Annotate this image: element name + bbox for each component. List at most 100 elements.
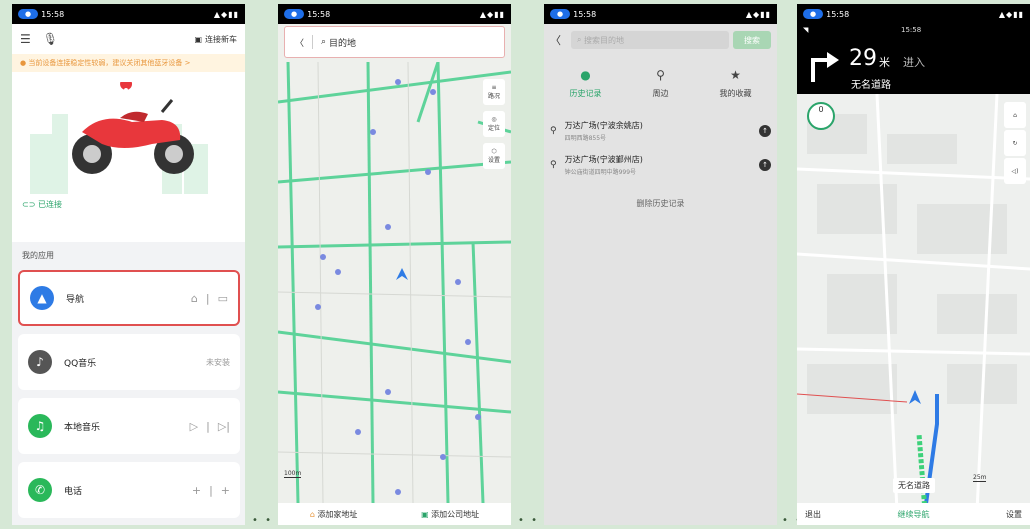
phone-icon: ✆	[28, 478, 52, 502]
status-bar: ● 15:58 ▲◆▮▮	[797, 4, 1030, 24]
dialpad-icon[interactable]: +	[221, 484, 230, 497]
music-icon: ♫	[28, 414, 52, 438]
exit-button[interactable]: 退出	[805, 509, 821, 520]
star-icon: ★	[730, 68, 741, 82]
gear-icon: ⬡	[491, 148, 497, 155]
tab-history[interactable]: ● 历史记录	[570, 68, 602, 99]
map-view[interactable]	[278, 62, 511, 503]
divider: |	[209, 483, 213, 497]
music-note-icon: ♪	[28, 350, 52, 374]
phone-search-screen: ● 15:58 ▲◆▮▮ 〈 ⌕ 搜索目的地 搜索 ● 历史记录 ⚲ 周边 ★ 我的收…	[544, 4, 777, 525]
traffic-label: 路况	[487, 93, 500, 100]
settings-button[interactable]: 设置	[1006, 509, 1022, 520]
destination-search-bar[interactable]: 〈 ⌕ 目的地	[284, 26, 505, 58]
home-button[interactable]: ⌂	[1004, 102, 1026, 128]
building-illustration	[30, 134, 52, 194]
microphone-icon[interactable]: 🎙	[43, 32, 58, 46]
search-header: 〈 ⌕ 搜索目的地 搜索	[550, 30, 771, 50]
app-local-music[interactable]: ♫ 本地音乐 ▷ | ▷|	[18, 398, 240, 454]
car-icon: ▣	[194, 34, 202, 44]
refresh-button[interactable]: ↻	[1004, 130, 1026, 156]
warning-text: 当前设备连接稳定性较弱，建议关闭其他蓝牙设备 >	[28, 59, 191, 67]
history-title: 万达广场(宁波余姚店)	[564, 121, 643, 130]
menu-icon[interactable]: ☰	[20, 32, 31, 46]
continue-navigation-button[interactable]: 继续导航	[898, 509, 930, 520]
status-bar: ● 15:58 ▲◆▮▮	[278, 4, 511, 24]
tab-nearby-label: 周边	[652, 89, 669, 98]
current-road-tag: 无名道路	[893, 478, 935, 493]
link-icon: ⊂⊃	[22, 200, 36, 209]
status-time: 15:58	[41, 9, 65, 19]
tab-favorites[interactable]: ★ 我的收藏	[720, 68, 752, 99]
status-bar: ● 15:58 ▲◆▮▮	[544, 4, 777, 24]
status-time: 15:58	[307, 9, 331, 19]
connection-status-label: 已连接	[37, 200, 62, 209]
tab-history-label: 历史记录	[569, 89, 602, 98]
vehicle-hero: ⊂⊃ 已连接	[12, 72, 245, 242]
add-company-button[interactable]: ▣ 添加公司地址	[421, 509, 479, 520]
connect-car-button[interactable]: ▣ 连接新车	[194, 34, 237, 45]
play-icon[interactable]: ▷	[190, 420, 198, 433]
navigation-map[interactable]	[797, 94, 1030, 511]
add-company-label: 添加公司地址	[431, 509, 480, 519]
status-icons: ▲◆▮▮	[213, 9, 239, 19]
refresh-icon: ↻	[1012, 139, 1018, 147]
nav-side-controls: ⌂ ↻ ◁)	[1004, 102, 1026, 184]
tab-nearby[interactable]: ⚲ 周边	[653, 68, 669, 99]
call-pill: ●	[18, 9, 39, 19]
locate-label: 定位	[487, 125, 500, 132]
search-input[interactable]: ⌕ 搜索目的地	[571, 31, 729, 49]
divider: |	[206, 419, 210, 433]
destination-input[interactable]: 目的地	[329, 36, 356, 49]
add-home-button[interactable]: ⌂ 添加家地址	[310, 509, 358, 520]
history-address: 钟公庙街道四明中路999号	[564, 169, 637, 176]
search-button[interactable]: 搜索	[733, 31, 771, 49]
volume-button[interactable]: ◁)	[1004, 158, 1026, 184]
call-pill: ●	[284, 9, 305, 19]
history-item[interactable]: ⚲ 万达广场(宁波鄞州店) 钟公庙街道四明中路999号 ↑	[550, 154, 771, 176]
briefcase-icon: ▣	[421, 509, 429, 519]
app-qq-music[interactable]: ♪ QQ音乐 未安装	[18, 334, 240, 390]
app-name: 本地音乐	[64, 422, 101, 433]
settings-button[interactable]: ⬡ 设置	[483, 143, 505, 169]
locate-icon: ◎	[491, 116, 497, 123]
status-icons: ▲◆▮▮	[479, 9, 505, 19]
search-icon: ⌕	[577, 35, 582, 44]
speaker-icon: ◁)	[1011, 167, 1019, 175]
gps-signal-icon: ◥	[803, 26, 809, 34]
phone-home-screen: ● 15:58 ▲◆▮▮ ☰ 🎙 ▣ 连接新车 ● 当前设备连接稳定性较弱，建议…	[12, 4, 245, 525]
plus-icon[interactable]: +	[192, 484, 201, 497]
divider: |	[205, 291, 210, 305]
traffic-button[interactable]: ≡ 路况	[483, 79, 505, 105]
status-icons: ▲◆▮▮	[998, 9, 1024, 19]
back-icon[interactable]: 〈	[295, 36, 304, 49]
clock-icon: ●	[580, 68, 591, 82]
home-icon: ⌂	[309, 509, 315, 519]
connection-warning-banner[interactable]: ● 当前设备连接稳定性较弱，建议关闭其他蓝牙设备 >	[12, 54, 245, 72]
navigate-icon[interactable]: ↑	[759, 159, 771, 171]
app-navigation[interactable]: ▲ 导航 ⌂ | ▭	[18, 270, 240, 326]
status-time: 15:58	[826, 9, 850, 19]
next-icon[interactable]: ▷|	[218, 420, 230, 433]
turn-distance: 29	[849, 46, 877, 71]
locate-button[interactable]: ◎ 定位	[483, 111, 505, 137]
search-tabs: ● 历史记录 ⚲ 周边 ★ 我的收藏	[544, 68, 777, 99]
settings-label: 设置	[487, 157, 500, 164]
traffic-icon: ≡	[491, 84, 497, 91]
speed-indicator: 0	[807, 102, 835, 130]
tab-favorites-label: 我的收藏	[719, 89, 752, 98]
navigation-icon: ▲	[30, 286, 54, 310]
search-icon: ⌕	[321, 37, 327, 47]
briefcase-icon[interactable]: ▭	[218, 292, 228, 305]
navigate-icon[interactable]: ↑	[759, 125, 771, 137]
app-name: 导航	[66, 294, 85, 305]
call-pill: ●	[803, 9, 824, 19]
clear-history-button[interactable]: 删除历史记录	[544, 198, 777, 209]
status-time: 15:58	[573, 9, 597, 19]
app-phone[interactable]: ✆ 电话 + | +	[18, 462, 240, 518]
map-scale: 25m	[973, 474, 987, 482]
speed-value: 0	[818, 105, 824, 114]
back-icon[interactable]: 〈	[550, 32, 561, 48]
home-icon[interactable]: ⌂	[191, 292, 198, 305]
history-item[interactable]: ⚲ 万达广场(宁波余姚店) 四明西路855号 ↑	[550, 120, 771, 142]
